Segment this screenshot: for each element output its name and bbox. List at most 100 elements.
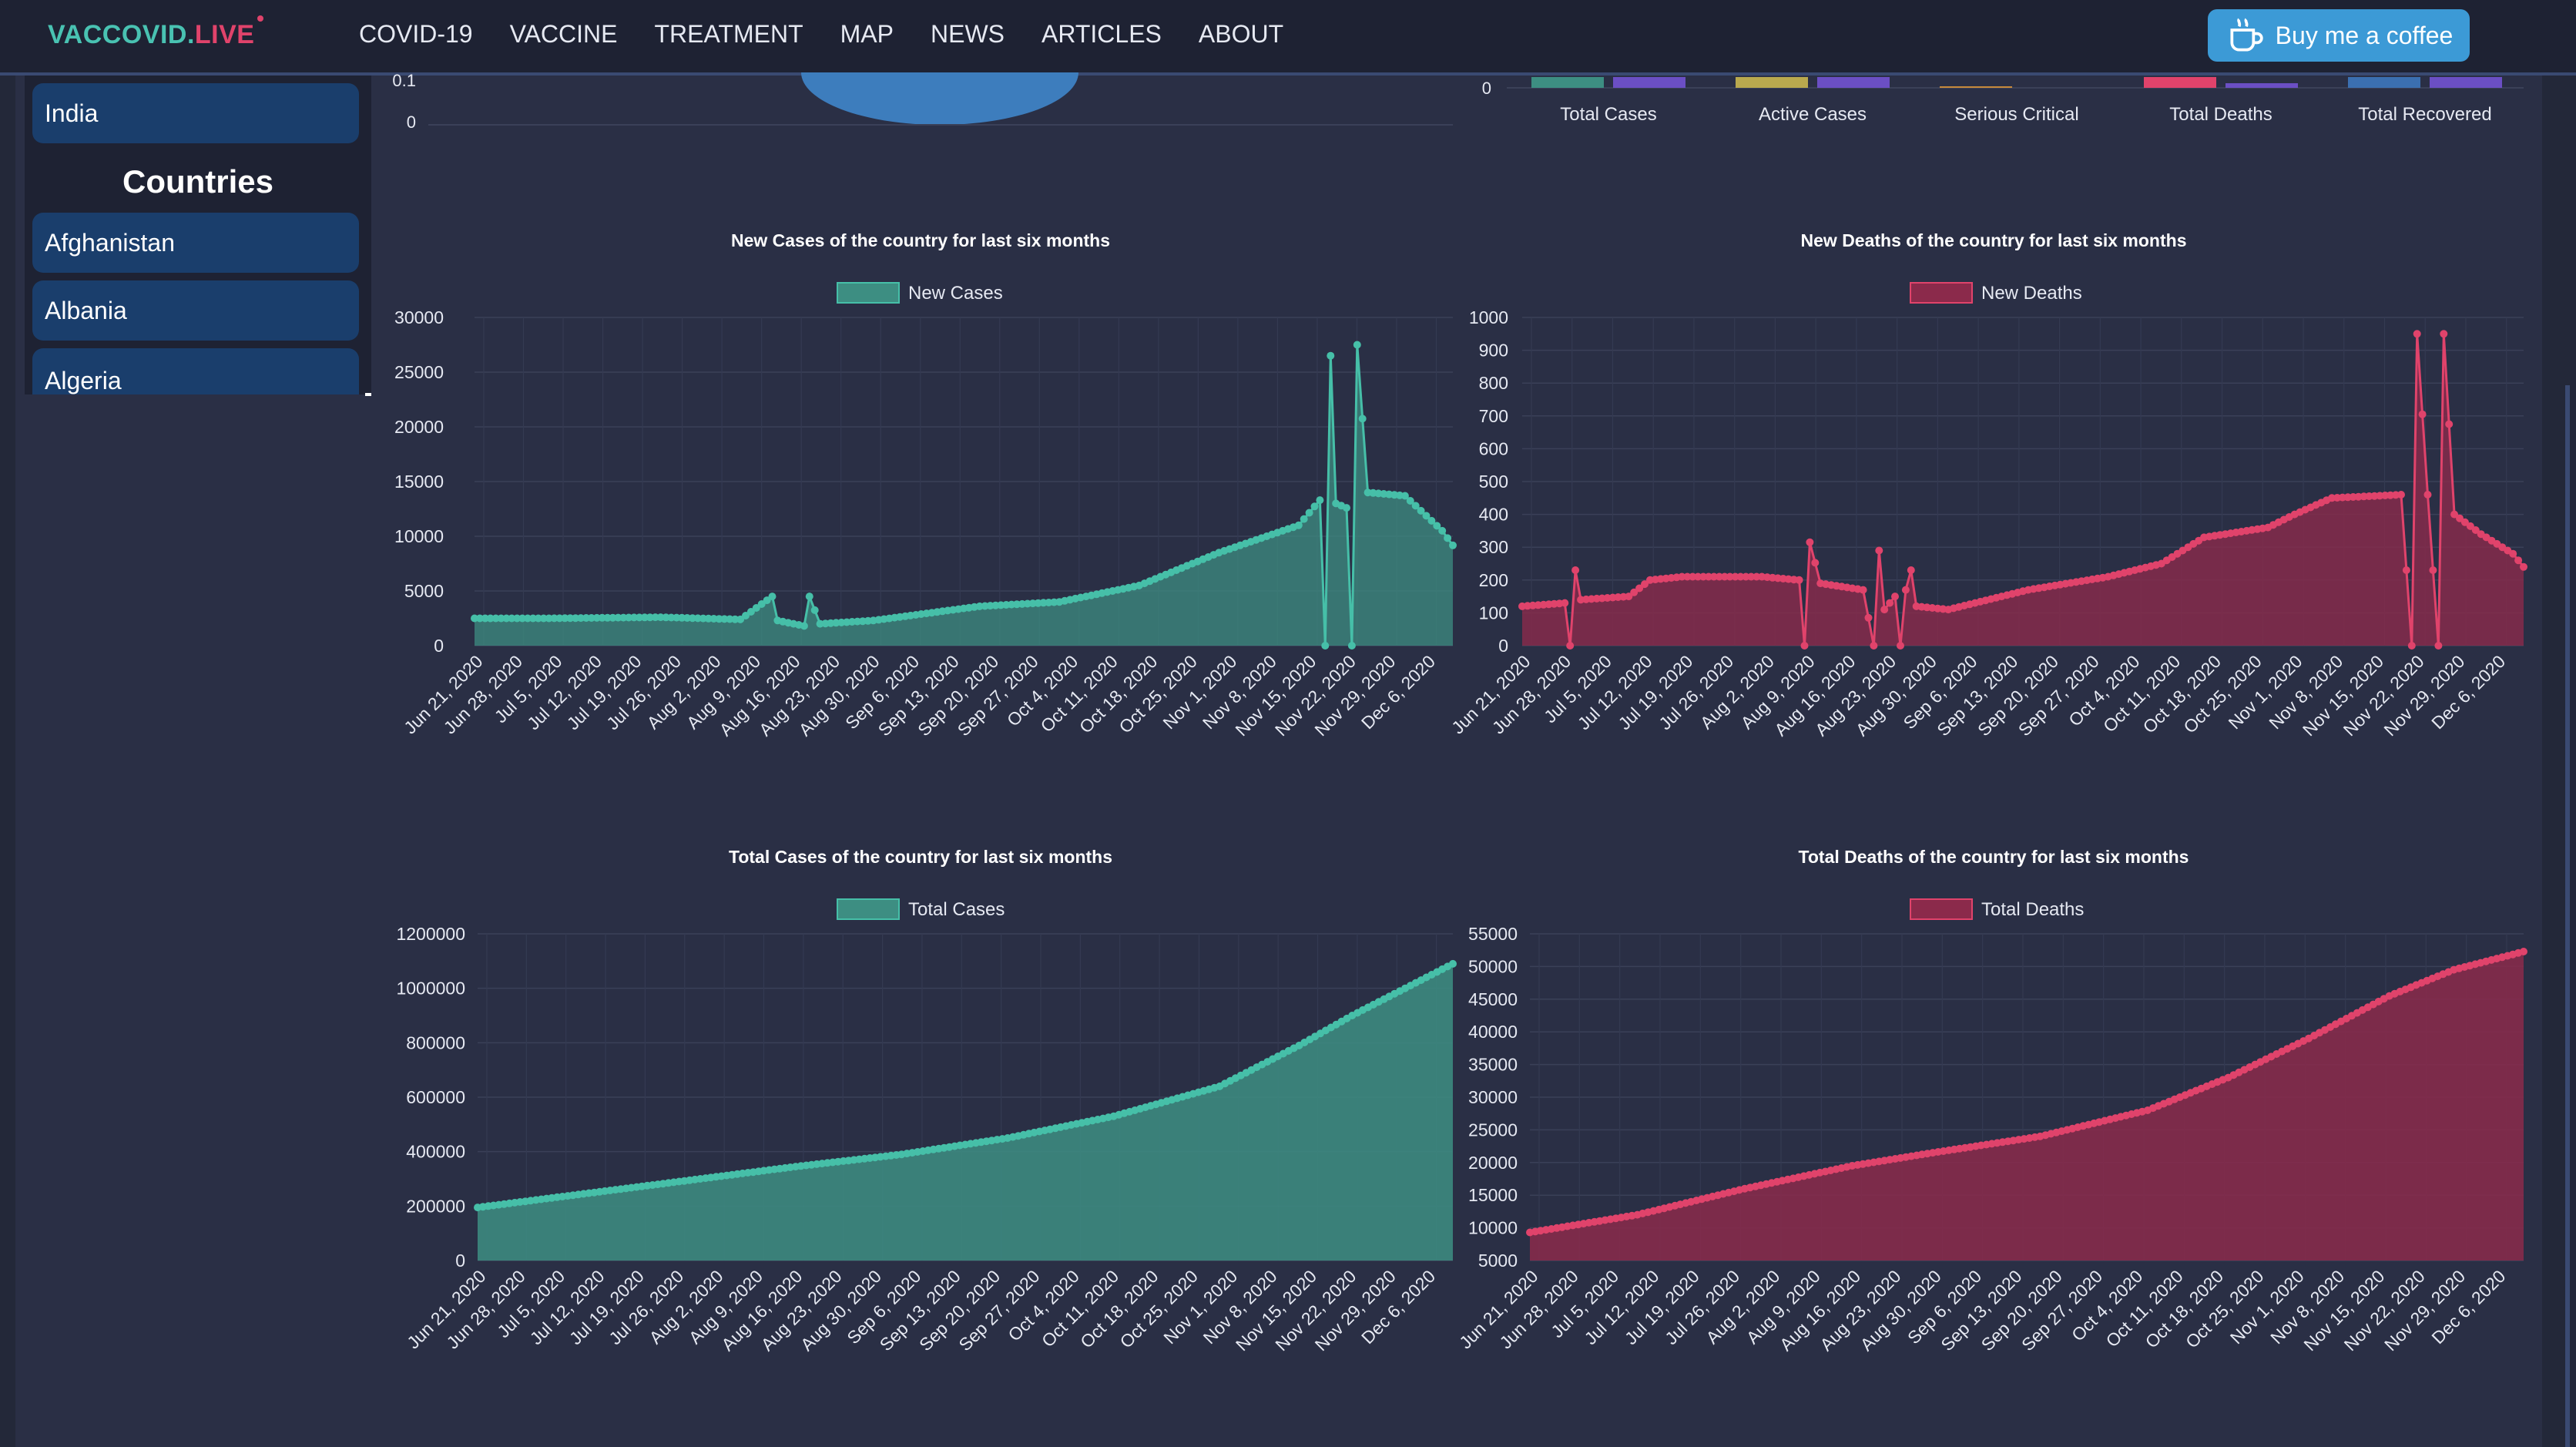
data-point xyxy=(1719,1190,1727,1198)
nav-about[interactable]: ABOUT xyxy=(1199,20,1283,49)
country-item-algeria[interactable]: Algeria xyxy=(32,348,359,394)
data-point xyxy=(795,621,803,629)
data-point xyxy=(956,1141,964,1150)
data-point xyxy=(723,1171,731,1180)
data-point xyxy=(1406,497,1414,505)
data-point xyxy=(2386,491,2395,499)
data-point xyxy=(971,1139,980,1147)
nav-vaccine[interactable]: VACCINE xyxy=(510,20,618,49)
data-point xyxy=(1742,572,1750,581)
data-point xyxy=(2056,580,2064,589)
data-point xyxy=(2148,1104,2157,1113)
data-point xyxy=(1886,1156,1894,1164)
x-tick-label: Nov 1, 2020 xyxy=(2224,651,2306,733)
nav-news[interactable]: NEWS xyxy=(931,20,1005,49)
x-tick-label: Jul 12, 2020 xyxy=(523,651,605,734)
buy-coffee-button[interactable]: Buy me a coffee xyxy=(2208,9,2470,62)
data-point xyxy=(1046,1125,1055,1133)
data-point xyxy=(2471,526,2480,534)
data-point xyxy=(1220,546,1229,555)
data-point xyxy=(1550,599,1558,608)
data-point xyxy=(970,603,978,611)
data-point xyxy=(1427,516,1436,525)
y-tick-label: 0 xyxy=(434,636,444,656)
data-point xyxy=(2392,491,2400,499)
data-point xyxy=(1853,585,1862,593)
data-point xyxy=(2224,1073,2232,1082)
data-point xyxy=(1687,1197,1696,1206)
data-point xyxy=(1805,1170,1813,1179)
x-tick-label: Oct 11, 2020 xyxy=(2102,1266,2187,1351)
x-tick-label: Jul 12, 2020 xyxy=(1581,1266,1663,1348)
data-point xyxy=(1353,1009,1362,1017)
data-point xyxy=(864,616,872,625)
data-point xyxy=(1667,574,1675,582)
data-point xyxy=(791,1163,800,1171)
data-point xyxy=(986,602,995,610)
data-point xyxy=(653,1180,662,1189)
data-point xyxy=(1639,1209,1647,1217)
data-point xyxy=(1555,599,1564,608)
data-point xyxy=(1612,1214,1620,1223)
data-point xyxy=(2466,962,2474,970)
data-point xyxy=(1039,599,1048,607)
sidebar-scroll-handle[interactable] xyxy=(365,393,371,396)
series-points xyxy=(474,959,1457,1212)
data-point xyxy=(1676,1200,1685,1209)
data-point xyxy=(742,612,750,619)
data-point xyxy=(1103,588,1112,596)
data-point xyxy=(2131,566,2139,574)
data-point xyxy=(2036,1132,2044,1140)
data-point xyxy=(2251,1060,2259,1069)
x-tick-label: Aug 16, 2020 xyxy=(1770,651,1859,740)
country-item-albania[interactable]: Albania xyxy=(32,280,359,341)
series-line xyxy=(1521,334,2525,646)
data-point xyxy=(1316,496,1324,505)
data-point xyxy=(2067,579,2075,587)
data-point xyxy=(1294,521,1303,529)
data-point xyxy=(938,607,947,616)
selected-country-item[interactable]: India xyxy=(32,83,359,143)
x-tick-label: Jun 21, 2020 xyxy=(403,1266,489,1352)
data-point xyxy=(2336,1017,2345,1026)
data-point xyxy=(2184,543,2192,552)
data-point xyxy=(966,1140,974,1148)
data-point xyxy=(592,613,601,622)
data-point xyxy=(1332,1020,1340,1029)
data-point xyxy=(1837,1164,1846,1172)
page-scrollbar[interactable] xyxy=(2565,385,2570,1447)
series-area xyxy=(1530,952,2524,1261)
data-point xyxy=(2477,959,2485,967)
nav-articles[interactable]: ARTICLES xyxy=(1041,20,1162,49)
data-point xyxy=(1252,535,1260,544)
data-point xyxy=(2306,503,2315,512)
nav-treatment[interactable]: TREATMENT xyxy=(654,20,803,49)
data-point xyxy=(2020,1135,2028,1143)
data-point xyxy=(1025,1130,1033,1138)
data-point xyxy=(929,1145,937,1153)
nav-map[interactable]: MAP xyxy=(840,20,894,49)
data-point xyxy=(1678,572,1686,581)
legend-swatch xyxy=(1910,282,1973,304)
data-point xyxy=(752,604,760,612)
data-point xyxy=(1151,575,1159,583)
country-item-afghanistan[interactable]: Afghanistan xyxy=(32,213,359,273)
site-logo[interactable]: VACCOVID.LIVE xyxy=(48,15,264,50)
data-point xyxy=(1977,1141,1985,1150)
nav-covid19[interactable]: COVID-19 xyxy=(359,20,473,49)
data-point xyxy=(832,619,840,627)
data-point xyxy=(513,614,522,623)
data-point xyxy=(683,614,692,622)
data-point xyxy=(848,618,857,626)
data-point xyxy=(1568,1221,1577,1230)
data-point xyxy=(2237,528,2246,535)
data-point xyxy=(1709,572,1718,581)
data-point xyxy=(2264,523,2272,532)
data-point xyxy=(1348,1012,1357,1019)
data-point xyxy=(1897,642,1904,650)
data-point xyxy=(1971,1142,1980,1150)
data-point xyxy=(2003,591,2011,599)
data-point xyxy=(2397,491,2405,499)
data-point xyxy=(675,1177,683,1186)
data-point xyxy=(1008,1133,1017,1141)
